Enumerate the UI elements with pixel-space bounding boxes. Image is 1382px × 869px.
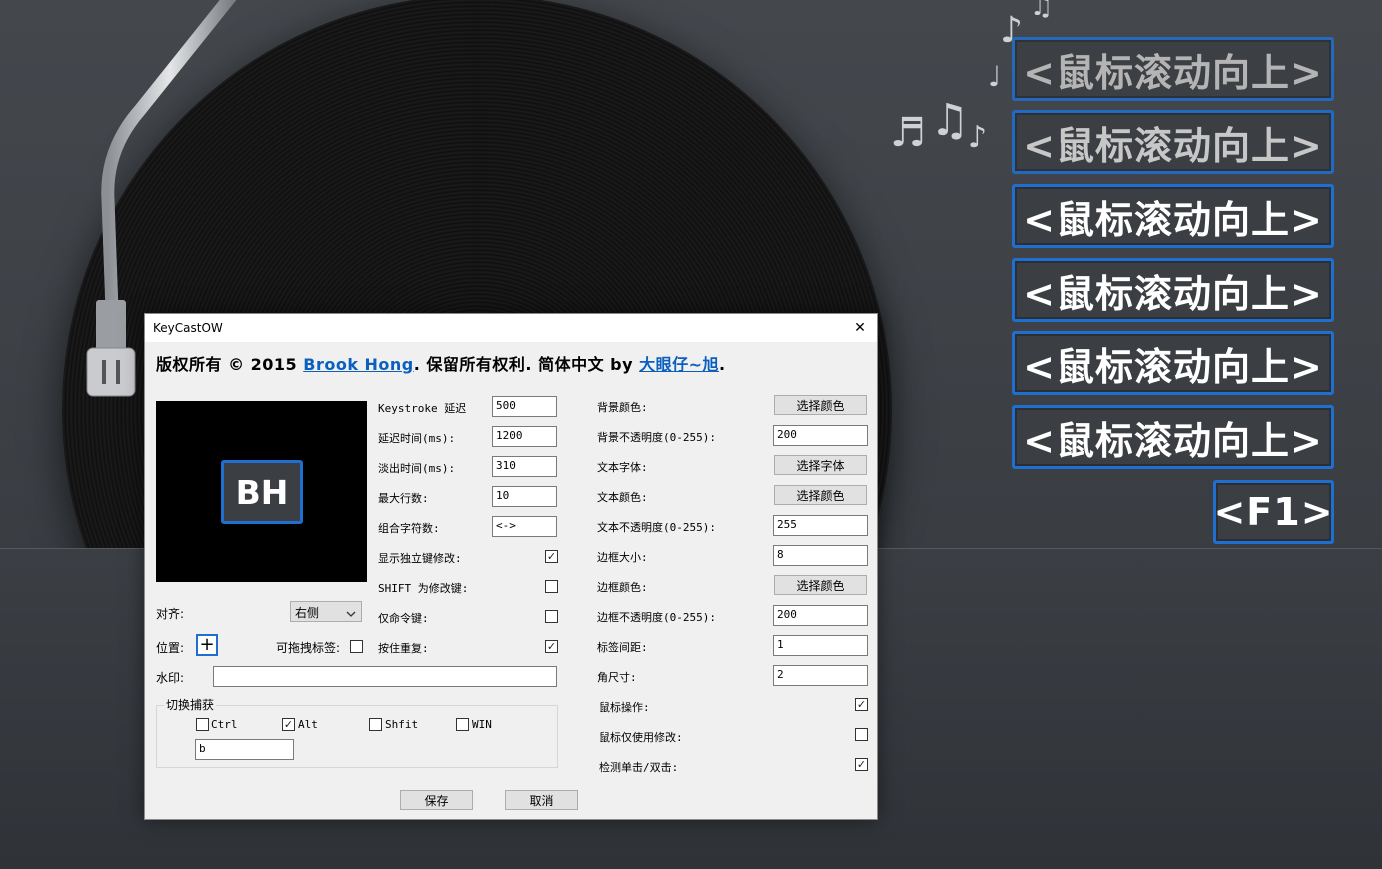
keystroke-label: <鼠标滚动向上> bbox=[1012, 258, 1334, 322]
keystroke-label: <F1> bbox=[1213, 480, 1334, 544]
chevron-down-icon bbox=[346, 607, 356, 621]
preview-label: BH bbox=[221, 460, 303, 524]
check-label: 仅命令键: bbox=[378, 612, 429, 625]
field-label: Keystroke 延迟 bbox=[378, 402, 467, 415]
row-label: 角尺寸: bbox=[597, 671, 637, 684]
position-label: 位置: bbox=[156, 641, 185, 655]
mouse-modifier-only-checkbox[interactable] bbox=[855, 728, 868, 741]
toggle-key-input[interactable]: b bbox=[195, 739, 294, 760]
row-label: 标签间距: bbox=[597, 641, 648, 654]
music-note-icon: ♫ bbox=[930, 95, 970, 146]
combo-chars-input[interactable]: <-> bbox=[492, 516, 557, 537]
keystroke-label: <鼠标滚动向上> bbox=[1012, 405, 1334, 469]
close-icon: ✕ bbox=[854, 320, 866, 336]
check-label: 显示独立键修改: bbox=[378, 552, 462, 565]
row-label: 边框颜色: bbox=[597, 581, 648, 594]
keystroke-label: <鼠标滚动向上> bbox=[1012, 331, 1334, 395]
align-label: 对齐: bbox=[156, 607, 185, 621]
mod-label: WIN bbox=[472, 718, 492, 731]
win-checkbox[interactable] bbox=[456, 718, 469, 731]
row-label: 背景不透明度(0-255): bbox=[597, 431, 716, 444]
watermark-label: 水印: bbox=[156, 671, 185, 685]
copyright-suffix: . bbox=[719, 355, 726, 374]
field-label: 组合字符数: bbox=[378, 522, 440, 535]
watermark-input[interactable] bbox=[213, 666, 557, 687]
text-color-button[interactable]: 选择颜色 bbox=[774, 485, 867, 505]
row-label: 文本不透明度(0-255): bbox=[597, 521, 716, 534]
keystroke-label: <鼠标滚动向上> bbox=[1012, 37, 1334, 101]
border-opacity-input[interactable]: 200 bbox=[773, 605, 868, 626]
title-bar[interactable]: KeyCastOW ✕ bbox=[145, 314, 877, 342]
window-title: KeyCastOW bbox=[153, 321, 223, 335]
row-label: 文本字体: bbox=[597, 461, 648, 474]
show-modifier-checkbox[interactable]: ✓ bbox=[545, 550, 558, 563]
check-label: 鼠标仅使用修改: bbox=[599, 731, 683, 744]
copyright-line: 版权所有 © 2015 Brook Hong. 保留所有权利. 简体中文 by … bbox=[156, 351, 726, 375]
row-label: 背景颜色: bbox=[597, 401, 648, 414]
border-color-button[interactable]: 选择颜色 bbox=[774, 575, 867, 595]
music-note-icon: ♪ bbox=[968, 120, 988, 155]
mouse-action-checkbox[interactable]: ✓ bbox=[855, 698, 868, 711]
align-select-value: 右侧 bbox=[295, 606, 320, 620]
draggable-checkbox[interactable] bbox=[350, 640, 363, 653]
save-button[interactable]: 保存 bbox=[400, 790, 473, 810]
check-label: 检测单击/双击: bbox=[599, 761, 679, 774]
copyright-prefix: 版权所有 © 2015 bbox=[156, 355, 304, 374]
crosshair-icon: + bbox=[199, 634, 215, 655]
border-size-input[interactable]: 8 bbox=[773, 545, 868, 566]
keystroke-label: <鼠标滚动向上> bbox=[1012, 110, 1334, 174]
music-note-icon: ♬ bbox=[890, 110, 926, 156]
field-label: 最大行数: bbox=[378, 492, 429, 505]
ctrl-checkbox[interactable] bbox=[196, 718, 209, 731]
fade-time-input[interactable]: 310 bbox=[492, 456, 557, 477]
field-label: 延迟时间(ms): bbox=[378, 432, 456, 445]
keystroke-label: <鼠标滚动向上> bbox=[1012, 184, 1334, 248]
shift-modifier-checkbox[interactable] bbox=[545, 580, 558, 593]
corner-size-input[interactable]: 2 bbox=[773, 665, 868, 686]
music-note-icon: ♩ bbox=[988, 60, 1002, 93]
field-label: 淡出时间(ms): bbox=[378, 462, 456, 475]
mod-label: Shfit bbox=[385, 718, 419, 731]
detect-click-checkbox[interactable]: ✓ bbox=[855, 758, 868, 771]
background-color-button[interactable]: 选择颜色 bbox=[774, 395, 867, 415]
align-select[interactable]: 右侧 bbox=[290, 601, 362, 622]
mod-label: Ctrl bbox=[211, 718, 238, 731]
check-label: 按住重复: bbox=[378, 642, 429, 655]
row-label: 边框大小: bbox=[597, 551, 648, 564]
music-notes-decoration: ♪ ♫ ♬ ♫ ♪ ♩ bbox=[880, 0, 1053, 190]
copyright-middle: . 保留所有权利. 简体中文 by bbox=[413, 355, 640, 374]
row-label: 边框不透明度(0-255): bbox=[597, 611, 716, 624]
keystroke-delay-input[interactable]: 500 bbox=[492, 396, 557, 417]
music-note-icon: ♫ bbox=[1030, 0, 1054, 22]
hold-repeat-checkbox[interactable]: ✓ bbox=[545, 640, 558, 653]
text-font-button[interactable]: 选择字体 bbox=[774, 455, 867, 475]
check-label: SHIFT 为修改键: bbox=[378, 582, 469, 595]
cancel-button[interactable]: 取消 bbox=[505, 790, 578, 810]
alt-checkbox[interactable]: ✓ bbox=[282, 718, 295, 731]
keycastow-settings-dialog: KeyCastOW ✕ 版权所有 © 2015 Brook Hong. 保留所有… bbox=[144, 313, 878, 820]
delay-time-input[interactable]: 1200 bbox=[492, 426, 557, 447]
toggle-capture-title: 切换捕获 bbox=[164, 696, 217, 713]
label-preview: BH bbox=[156, 401, 367, 582]
max-lines-input[interactable]: 10 bbox=[492, 486, 557, 507]
row-label: 文本颜色: bbox=[597, 491, 648, 504]
translator-link[interactable]: 大眼仔~旭 bbox=[639, 355, 719, 374]
draggable-label: 可拖拽标签: bbox=[276, 641, 341, 655]
author-link[interactable]: Brook Hong bbox=[303, 355, 414, 374]
background-opacity-input[interactable]: 200 bbox=[773, 425, 868, 446]
check-label: 鼠标操作: bbox=[599, 701, 650, 714]
close-button[interactable]: ✕ bbox=[843, 314, 877, 342]
label-spacing-input[interactable]: 1 bbox=[773, 635, 868, 656]
text-opacity-input[interactable]: 255 bbox=[773, 515, 868, 536]
mod-label: Alt bbox=[298, 718, 318, 731]
position-picker-button[interactable]: + bbox=[196, 634, 218, 656]
shift-checkbox[interactable] bbox=[369, 718, 382, 731]
command-only-checkbox[interactable] bbox=[545, 610, 558, 623]
